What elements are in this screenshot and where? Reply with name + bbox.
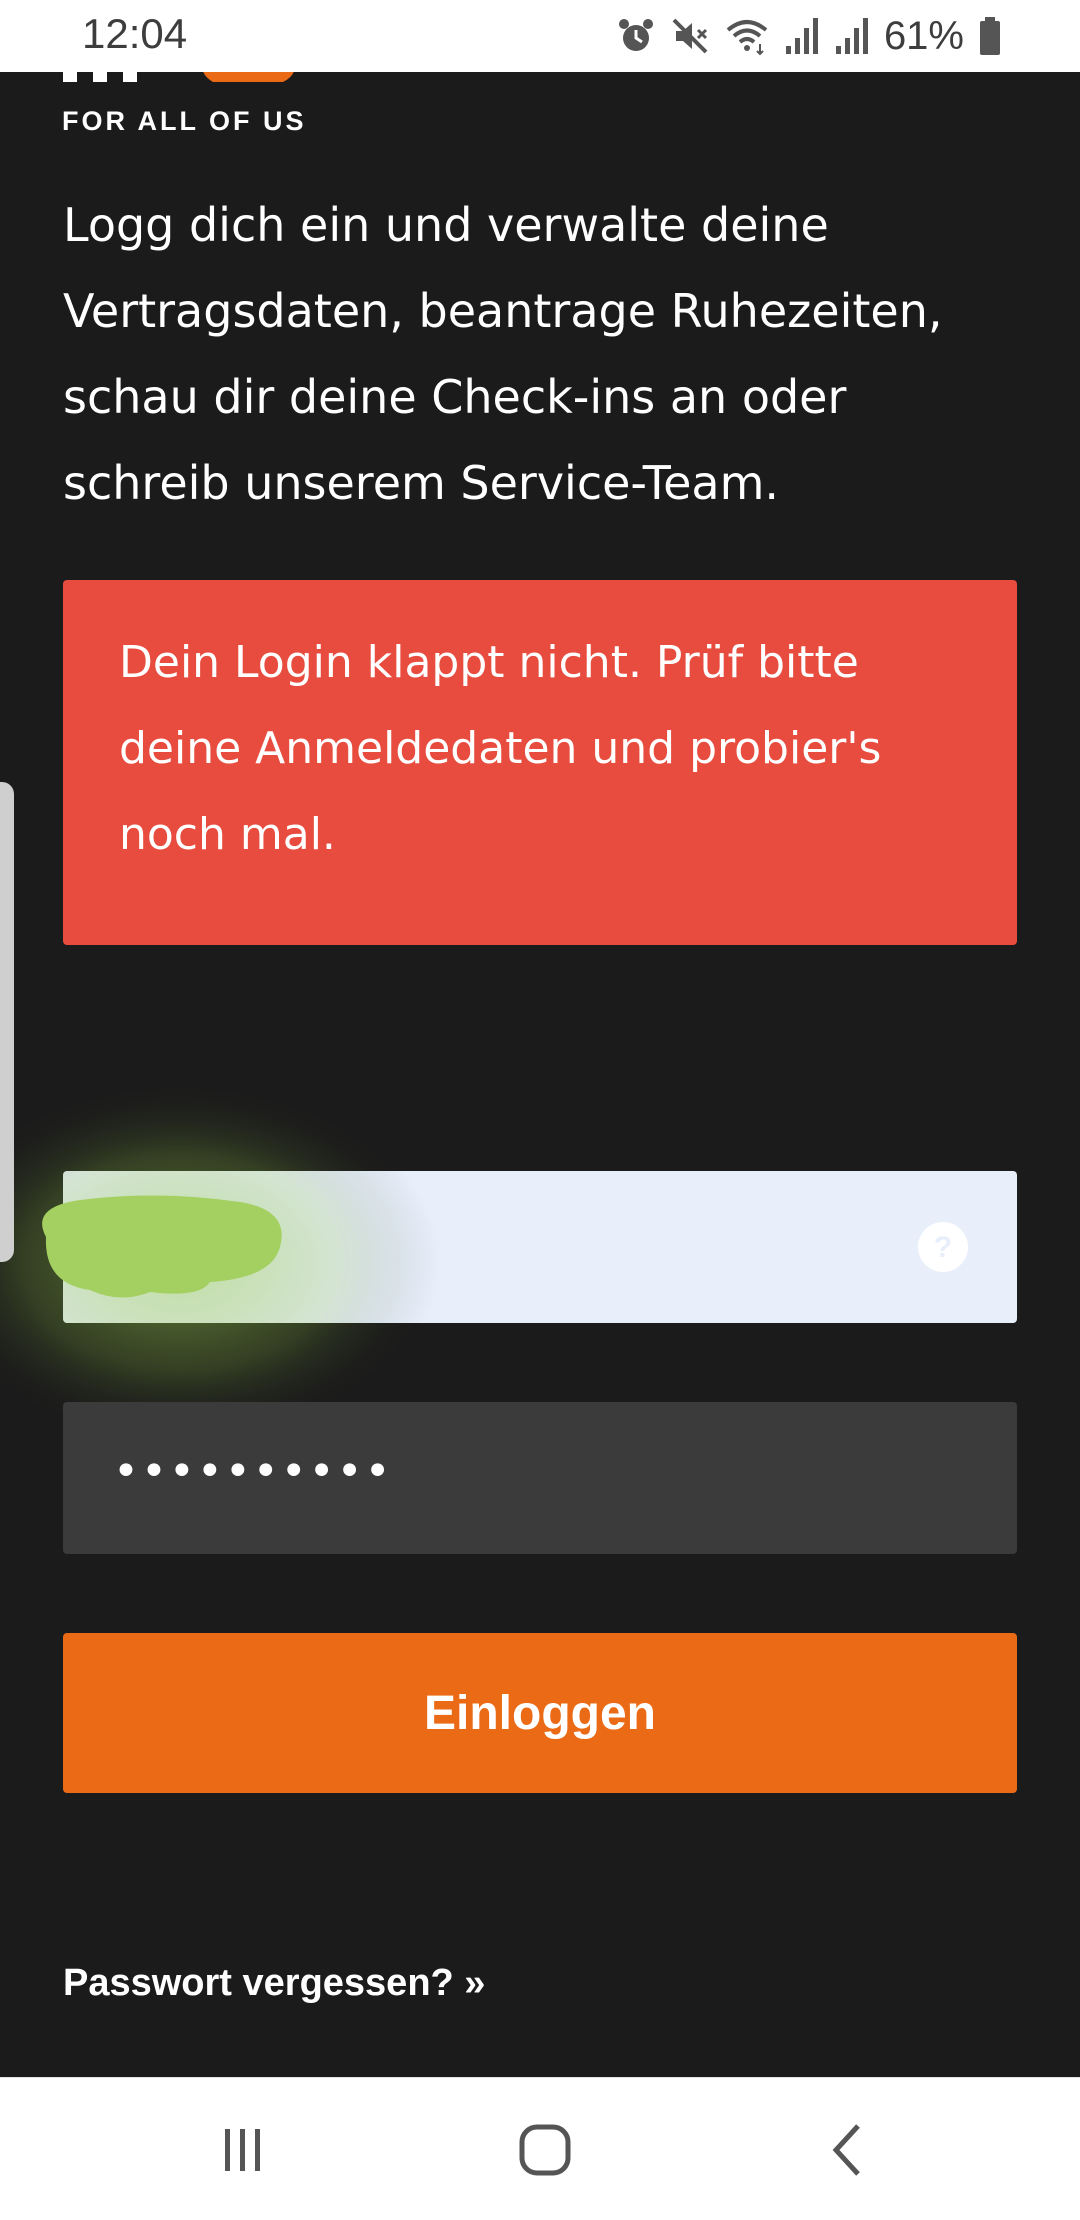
- status-bar: 12:04 61%: [0, 0, 1080, 72]
- signal-icon: [835, 18, 868, 54]
- status-time: 12:04: [82, 10, 188, 57]
- back-icon: [832, 2124, 860, 2176]
- login-button[interactable]: Einloggen: [63, 1633, 1017, 1793]
- error-line: Dein Login klappt nicht. Prüf bitte: [119, 637, 859, 688]
- battery-icon: [980, 17, 1000, 55]
- username-input[interactable]: [63, 1171, 1017, 1323]
- intro-text: Logg dich ein und verwalte deine Vertrag…: [63, 182, 1023, 526]
- back-button[interactable]: [808, 2118, 888, 2182]
- intro-line: schreib unserem Service-Team.: [63, 456, 780, 510]
- intro-line: Logg dich ein und verwalte deine: [63, 198, 829, 252]
- wifi-icon: [726, 20, 768, 56]
- mute-icon: [672, 18, 708, 54]
- error-message: Dein Login klappt nicht. Prüf bitte dein…: [63, 580, 1017, 945]
- intro-line: Vertragsdaten, beantrage Ruhezeiten,: [63, 284, 943, 338]
- edge-panel-handle[interactable]: [0, 782, 14, 1262]
- username-field[interactable]: ?: [63, 1171, 1017, 1323]
- brand-logo: [63, 72, 294, 82]
- navigation-bar: [0, 2077, 1080, 2220]
- forgot-password-link[interactable]: Passwort vergessen? »: [63, 1962, 485, 2005]
- battery-percentage: 61%: [883, 13, 964, 58]
- status-icons: 61%: [616, 14, 1002, 58]
- help-icon[interactable]: ?: [917, 1221, 969, 1273]
- login-page: FOR ALL OF US Logg dich ein und verwalte…: [0, 72, 1080, 2077]
- svg-text:?: ?: [934, 1231, 952, 1264]
- alarm-icon: [618, 19, 653, 51]
- signal-icon: [785, 18, 818, 54]
- error-line: deine Anmeldedaten und probier's: [119, 723, 882, 774]
- password-input[interactable]: ••••••••••: [113, 1446, 393, 1497]
- intro-line: schau dir deine Check-ins an oder: [63, 370, 847, 424]
- brand-tagline: FOR ALL OF US: [62, 106, 307, 136]
- recent-apps-button[interactable]: [203, 2118, 283, 2182]
- error-line: noch mal.: [119, 809, 336, 860]
- home-button[interactable]: [505, 2118, 585, 2182]
- home-icon: [519, 2124, 571, 2176]
- password-field[interactable]: ••••••••••: [63, 1402, 1017, 1554]
- recent-apps-icon: [225, 2129, 260, 2171]
